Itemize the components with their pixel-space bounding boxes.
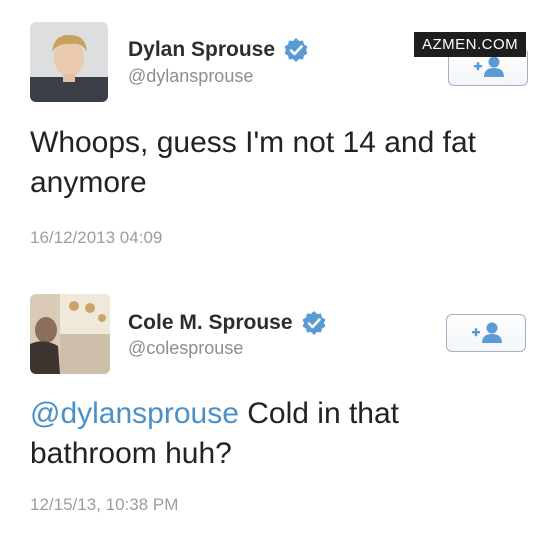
mention-link[interactable]: @dylansprouse xyxy=(30,397,239,430)
dylan-name-row: Dylan Sprouse xyxy=(128,37,309,63)
watermark: AZMEN.COM xyxy=(414,32,527,57)
follow-button[interactable] xyxy=(446,314,526,352)
tweet-text: @dylansprouse Cold in that bathroom huh? xyxy=(30,394,530,474)
cole-avatar[interactable] xyxy=(30,294,110,374)
tweet-text: Whoops, guess I'm not 14 and fat anymore xyxy=(30,126,476,199)
cole-name-row: Cole M. Sprouse xyxy=(128,310,327,336)
username-handle[interactable]: @colesprouse xyxy=(128,338,243,359)
display-name[interactable]: Dylan Sprouse xyxy=(128,38,275,62)
follow-user-icon xyxy=(472,322,502,343)
tweet-dylan: Dylan Sprouse @dylansprouse AZMEN.COM Wh… xyxy=(0,0,554,270)
verified-badge-icon xyxy=(301,310,327,336)
tweet-timestamp[interactable]: 16/12/2013 04:09 xyxy=(30,228,162,248)
tweet-cole: Cole M. Sprouse @colesprouse @dylansprou… xyxy=(0,270,554,554)
display-name[interactable]: Cole M. Sprouse xyxy=(128,311,293,335)
tweet-timestamp[interactable]: 12/15/13, 10:38 PM xyxy=(30,495,178,515)
follow-user-icon xyxy=(474,56,504,77)
username-handle[interactable]: @dylansprouse xyxy=(128,66,253,87)
verified-badge-icon xyxy=(283,37,309,63)
dylan-avatar[interactable] xyxy=(30,22,108,102)
